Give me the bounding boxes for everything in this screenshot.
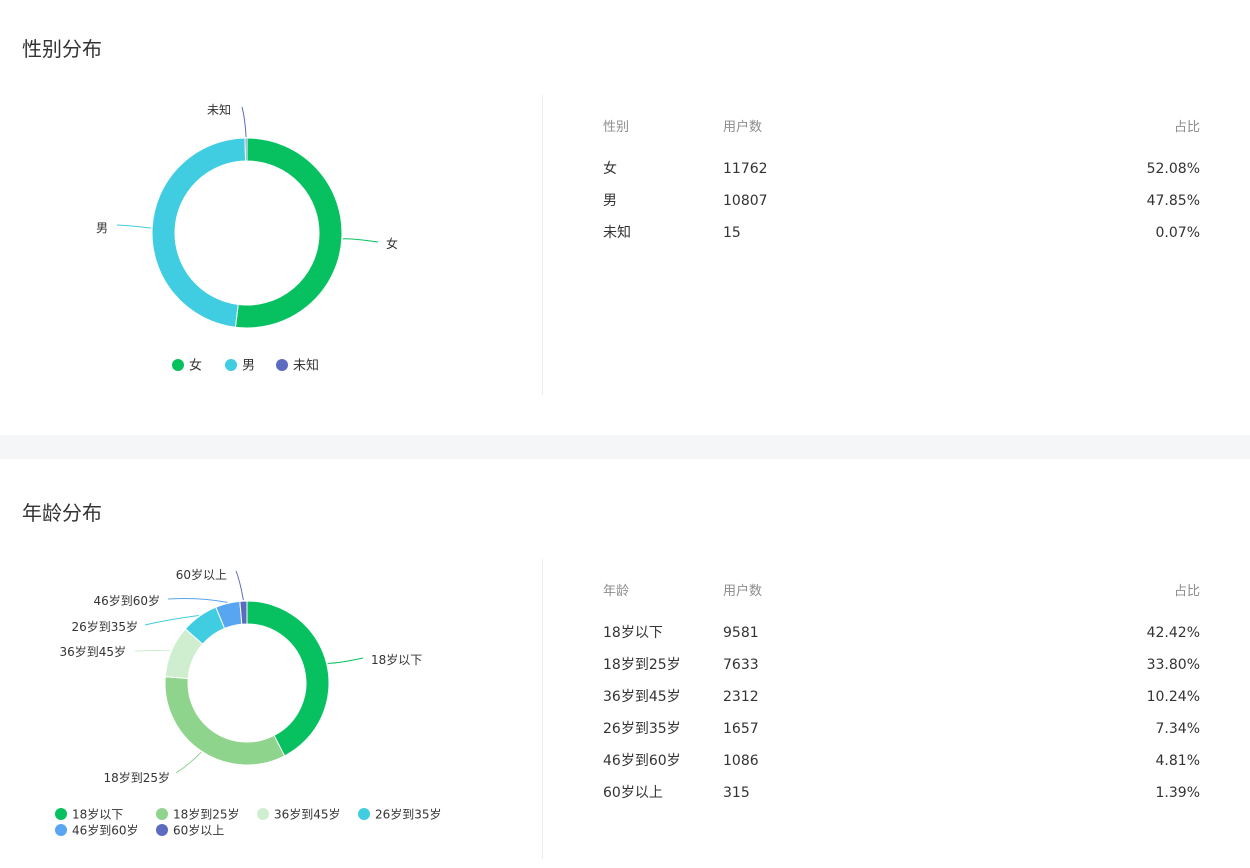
row-label: 男 (603, 193, 617, 209)
legend-swatch (225, 359, 237, 371)
leader-line (235, 570, 244, 601)
table-row: 女 11762 52.08% (603, 160, 1200, 192)
slice-label: 60岁以上 (176, 567, 227, 582)
table-row: 46岁到60岁 1086 4.81% (603, 752, 1200, 784)
legend-item-label[interactable]: 18岁到25岁 (173, 807, 240, 822)
header-users: 用户数 (723, 120, 763, 135)
row-ratio: 4.81% (1155, 753, 1200, 769)
donut-slice-2[interactable] (244, 137, 248, 162)
row-count: 9581 (723, 625, 759, 641)
donut-slice-0[interactable] (234, 137, 343, 329)
table-row: 未知 15 0.07% (603, 224, 1200, 256)
table-header: 性别 用户数 占比 (603, 116, 1200, 135)
legend-swatch (156, 808, 168, 820)
header-ratio: 占比 (1173, 120, 1200, 135)
row-ratio: 0.07% (1155, 225, 1200, 241)
row-ratio: 1.39% (1155, 785, 1200, 801)
row-ratio: 10.24% (1146, 689, 1200, 705)
gender-donut-chart: 女男未知女男未知 (96, 103, 398, 374)
slice-label: 26岁到35岁 (71, 619, 138, 634)
vertical-divider (542, 95, 543, 395)
leader-line (342, 238, 379, 243)
row-label: 60岁以上 (603, 785, 663, 801)
table-row: 36岁到45岁 2312 10.24% (603, 688, 1200, 720)
leader-line (175, 751, 202, 774)
header-gender: 性别 (603, 120, 630, 135)
row-count: 1657 (723, 721, 759, 737)
slice-label: 18岁以下 (371, 652, 422, 667)
row-ratio: 42.42% (1146, 625, 1200, 641)
legend-item-label[interactable]: 60岁以上 (173, 823, 224, 838)
legend-item-label[interactable]: 26岁到35岁 (375, 807, 442, 822)
row-label: 26岁到35岁 (603, 721, 681, 737)
row-count: 2312 (723, 689, 759, 705)
row-ratio: 52.08% (1146, 161, 1200, 177)
row-count: 15 (723, 225, 741, 241)
row-count: 7633 (723, 657, 759, 673)
table-row: 男 10807 47.85% (603, 192, 1200, 224)
row-label: 未知 (603, 225, 631, 241)
donut-slice-1[interactable] (164, 676, 286, 766)
legend-item-label[interactable]: 18岁以下 (72, 807, 123, 822)
donut-slice-0[interactable] (246, 600, 330, 757)
row-label: 18岁以下 (603, 625, 663, 641)
legend-swatch (257, 808, 269, 820)
row-label: 18岁到25岁 (603, 657, 681, 673)
slice-label: 未知 (207, 103, 231, 117)
table-row: 18岁以下 9581 42.42% (603, 624, 1200, 656)
leader-line (116, 224, 152, 229)
row-count: 1086 (723, 753, 759, 769)
age-section: 年龄分布 18岁以下 18岁到25岁 36岁到45岁 26岁到35岁 46岁到60岁 60… (0, 459, 1250, 868)
section-gap (0, 435, 1250, 459)
legend-swatch (55, 824, 67, 836)
age-donut-chart: 18岁以下18岁到25岁36岁到45岁26岁到35岁46岁到60岁60岁以上18… (55, 567, 442, 838)
leader-line (241, 106, 247, 138)
legend-item-label[interactable]: 男 (242, 359, 255, 374)
row-count: 315 (723, 785, 750, 801)
row-label: 女 (603, 161, 617, 177)
row-ratio: 7.34% (1155, 721, 1200, 737)
table-header: 年龄 用户数 占比 (603, 580, 1200, 599)
table-row: 18岁到25岁 7633 33.80% (603, 656, 1200, 688)
row-label: 46岁到60岁 (603, 753, 681, 769)
header-users: 用户数 (723, 584, 763, 599)
header-ratio: 占比 (1173, 584, 1200, 599)
leader-line (134, 649, 171, 652)
gender-table: 性别 用户数 占比 女 11762 52.08% 男 10807 47.85% … (603, 116, 1200, 256)
slice-label: 男 (96, 221, 108, 235)
table-row: 26岁到35岁 1657 7.34% (603, 720, 1200, 752)
leader-line (167, 597, 228, 603)
table-row: 60岁以上 315 1.39% (603, 784, 1200, 816)
legend-item-label[interactable]: 女 (189, 358, 202, 374)
legend-swatch (172, 359, 184, 371)
vertical-divider (542, 559, 543, 859)
row-label: 36岁到45岁 (603, 689, 681, 705)
leader-line (327, 657, 364, 664)
row-count: 11762 (723, 161, 768, 177)
legend-item-label[interactable]: 36岁到45岁 (274, 807, 341, 822)
slice-label: 女 (386, 236, 398, 251)
row-ratio: 47.85% (1146, 193, 1200, 209)
age-table: 年龄 用户数 占比 18岁以下 9581 42.42% 18岁到25岁 7633… (603, 580, 1200, 816)
legend-swatch (156, 824, 168, 836)
header-age: 年龄 (603, 584, 630, 599)
legend-swatch (358, 808, 370, 820)
legend-item-label[interactable]: 未知 (293, 358, 319, 374)
legend-swatch (55, 808, 67, 820)
row-ratio: 33.80% (1146, 657, 1200, 673)
gender-section: 性别分布 女男未知女男未知 性别 用户数 占比 女 11762 52.08% 男… (0, 0, 1250, 435)
slice-label: 46岁到60岁 (93, 593, 160, 608)
legend-swatch (276, 359, 288, 371)
donut-slice-1[interactable] (151, 137, 247, 328)
slice-label: 18岁到25岁 (103, 770, 170, 785)
slice-label: 36岁到45岁 (59, 644, 126, 659)
legend-item-label[interactable]: 46岁到60岁 (72, 823, 139, 838)
row-count: 10807 (723, 193, 768, 209)
